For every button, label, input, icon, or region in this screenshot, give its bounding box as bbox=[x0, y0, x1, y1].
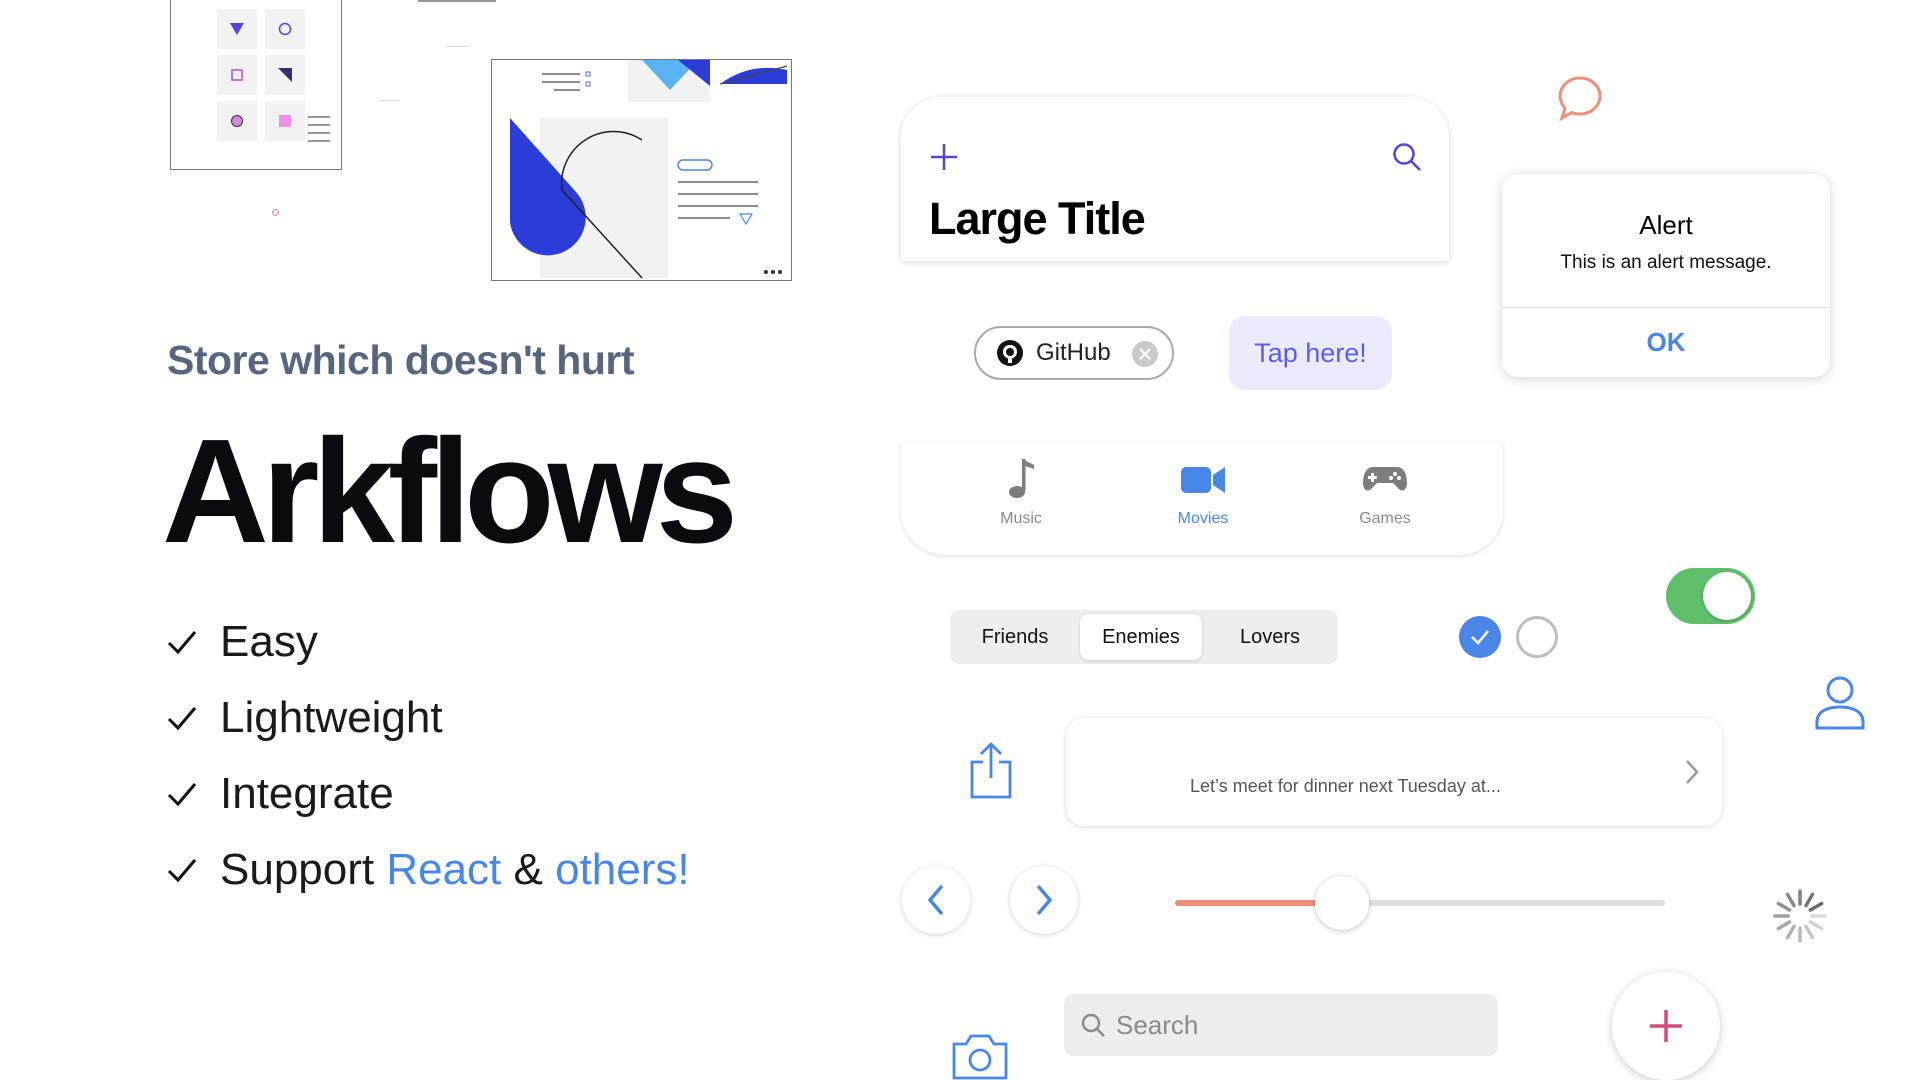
tab-bar: Music Movies Games bbox=[901, 443, 1503, 555]
filled-circle-icon bbox=[217, 101, 257, 141]
pink-square-icon bbox=[265, 101, 305, 141]
close-icon[interactable] bbox=[1132, 341, 1158, 367]
layout-illustration bbox=[491, 59, 792, 281]
gamepad-icon bbox=[1363, 467, 1407, 491]
react-link[interactable]: React bbox=[386, 845, 501, 894]
chevron-left-icon bbox=[927, 884, 944, 916]
feature-label-support: Support React & others! bbox=[220, 845, 690, 895]
check-icon bbox=[167, 783, 197, 807]
camera-icon[interactable] bbox=[950, 1030, 1010, 1080]
corner-triangle-icon bbox=[265, 55, 305, 95]
spinner-spoke bbox=[1776, 901, 1792, 912]
toggle-switch[interactable] bbox=[1666, 568, 1755, 624]
add-fab-button[interactable] bbox=[1612, 972, 1720, 1080]
spinner-icon bbox=[1772, 888, 1828, 949]
alert-ok-button[interactable]: OK bbox=[1502, 308, 1830, 377]
divider bbox=[380, 100, 400, 101]
share-icon[interactable] bbox=[968, 742, 1014, 805]
plus-icon[interactable] bbox=[929, 142, 959, 172]
support-amp: & bbox=[501, 845, 556, 894]
spinner-spoke bbox=[1808, 920, 1824, 931]
others-link[interactable]: others! bbox=[555, 845, 690, 894]
message-preview[interactable]: Let’s meet for dinner next Tuesday at... bbox=[1066, 718, 1722, 826]
forward-button[interactable] bbox=[1010, 866, 1078, 934]
tab-games[interactable]: Games bbox=[1325, 457, 1445, 528]
plus-icon bbox=[1650, 1010, 1682, 1042]
spinner-spoke bbox=[1785, 892, 1796, 908]
triangle-shape-icon bbox=[217, 9, 257, 49]
alert-dialog: Alert This is an alert message. OK bbox=[1502, 174, 1830, 377]
checkbox-checked[interactable] bbox=[1459, 616, 1501, 658]
feature-item: Support React & others! bbox=[166, 832, 690, 908]
segment-enemies[interactable]: Enemies bbox=[1080, 614, 1202, 660]
segment-friends[interactable]: Friends bbox=[954, 614, 1076, 660]
large-title: Large Title bbox=[929, 193, 1146, 244]
support-prefix: Support bbox=[220, 845, 387, 894]
feature-item: Easy bbox=[166, 604, 690, 680]
tab-music[interactable]: Music bbox=[961, 457, 1081, 528]
check-icon bbox=[167, 859, 197, 883]
tab-label: Music bbox=[1000, 510, 1042, 527]
github-chip[interactable]: GitHub bbox=[974, 326, 1174, 380]
pink-dot-icon bbox=[272, 209, 279, 216]
check-icon bbox=[167, 707, 197, 731]
search-input[interactable] bbox=[1116, 1009, 1476, 1041]
feature-item: Lightweight bbox=[166, 680, 690, 756]
lines-icon bbox=[308, 115, 330, 148]
shapes-illustration bbox=[170, 0, 342, 170]
feature-label: Easy bbox=[220, 617, 318, 666]
tab-label: Games bbox=[1359, 510, 1411, 527]
spinner-spoke bbox=[1776, 920, 1792, 931]
divider bbox=[418, 0, 496, 2]
video-camera-icon bbox=[1181, 467, 1225, 493]
check-icon bbox=[167, 631, 197, 655]
chevron-right-icon bbox=[1036, 884, 1053, 916]
checkmark-icon bbox=[1471, 630, 1489, 645]
segment-lovers[interactable]: Lovers bbox=[1208, 614, 1332, 660]
github-icon bbox=[997, 340, 1023, 366]
spinner-spoke bbox=[1808, 901, 1824, 912]
tagline: Store which doesn't hurt bbox=[167, 337, 635, 383]
tab-movies[interactable]: Movies bbox=[1143, 457, 1263, 528]
toggle-knob bbox=[1703, 572, 1751, 620]
user-icon[interactable] bbox=[1814, 674, 1866, 735]
search-icon[interactable] bbox=[1391, 141, 1423, 173]
feature-label: Lightweight bbox=[220, 693, 443, 742]
alert-message: This is an alert message. bbox=[1560, 252, 1772, 273]
search-icon bbox=[1081, 1013, 1105, 1037]
chevron-right-icon bbox=[1686, 760, 1699, 784]
spinner-spoke bbox=[1804, 924, 1815, 940]
feature-list: Easy Lightweight Integrate Support React… bbox=[166, 604, 690, 908]
square-shape-icon bbox=[217, 55, 257, 95]
music-note-icon bbox=[1009, 459, 1034, 498]
feature-item: Integrate bbox=[166, 756, 690, 832]
alert-title: Alert bbox=[1639, 210, 1693, 240]
search-bar bbox=[1064, 994, 1498, 1056]
spinner-spoke bbox=[1785, 924, 1796, 940]
large-title-navbar: Large Title bbox=[901, 97, 1449, 261]
divider bbox=[446, 46, 470, 47]
tab-label: Movies bbox=[1177, 510, 1229, 527]
back-button[interactable] bbox=[902, 866, 970, 934]
circle-shape-icon bbox=[265, 9, 305, 49]
segmented-control: Friends Enemies Lovers bbox=[950, 610, 1338, 664]
checkbox-unchecked[interactable] bbox=[1516, 616, 1558, 658]
spinner-spoke bbox=[1804, 892, 1815, 908]
chip-label: GitHub bbox=[1036, 339, 1111, 366]
slider-thumb[interactable] bbox=[1314, 876, 1369, 930]
brand-title: Arkflows bbox=[162, 409, 738, 574]
feature-label: Integrate bbox=[220, 769, 394, 818]
tap-here-button[interactable]: Tap here! bbox=[1229, 316, 1392, 390]
chat-bubble-icon[interactable] bbox=[1556, 74, 1604, 127]
message-text: Let’s meet for dinner next Tuesday at... bbox=[1190, 776, 1501, 796]
